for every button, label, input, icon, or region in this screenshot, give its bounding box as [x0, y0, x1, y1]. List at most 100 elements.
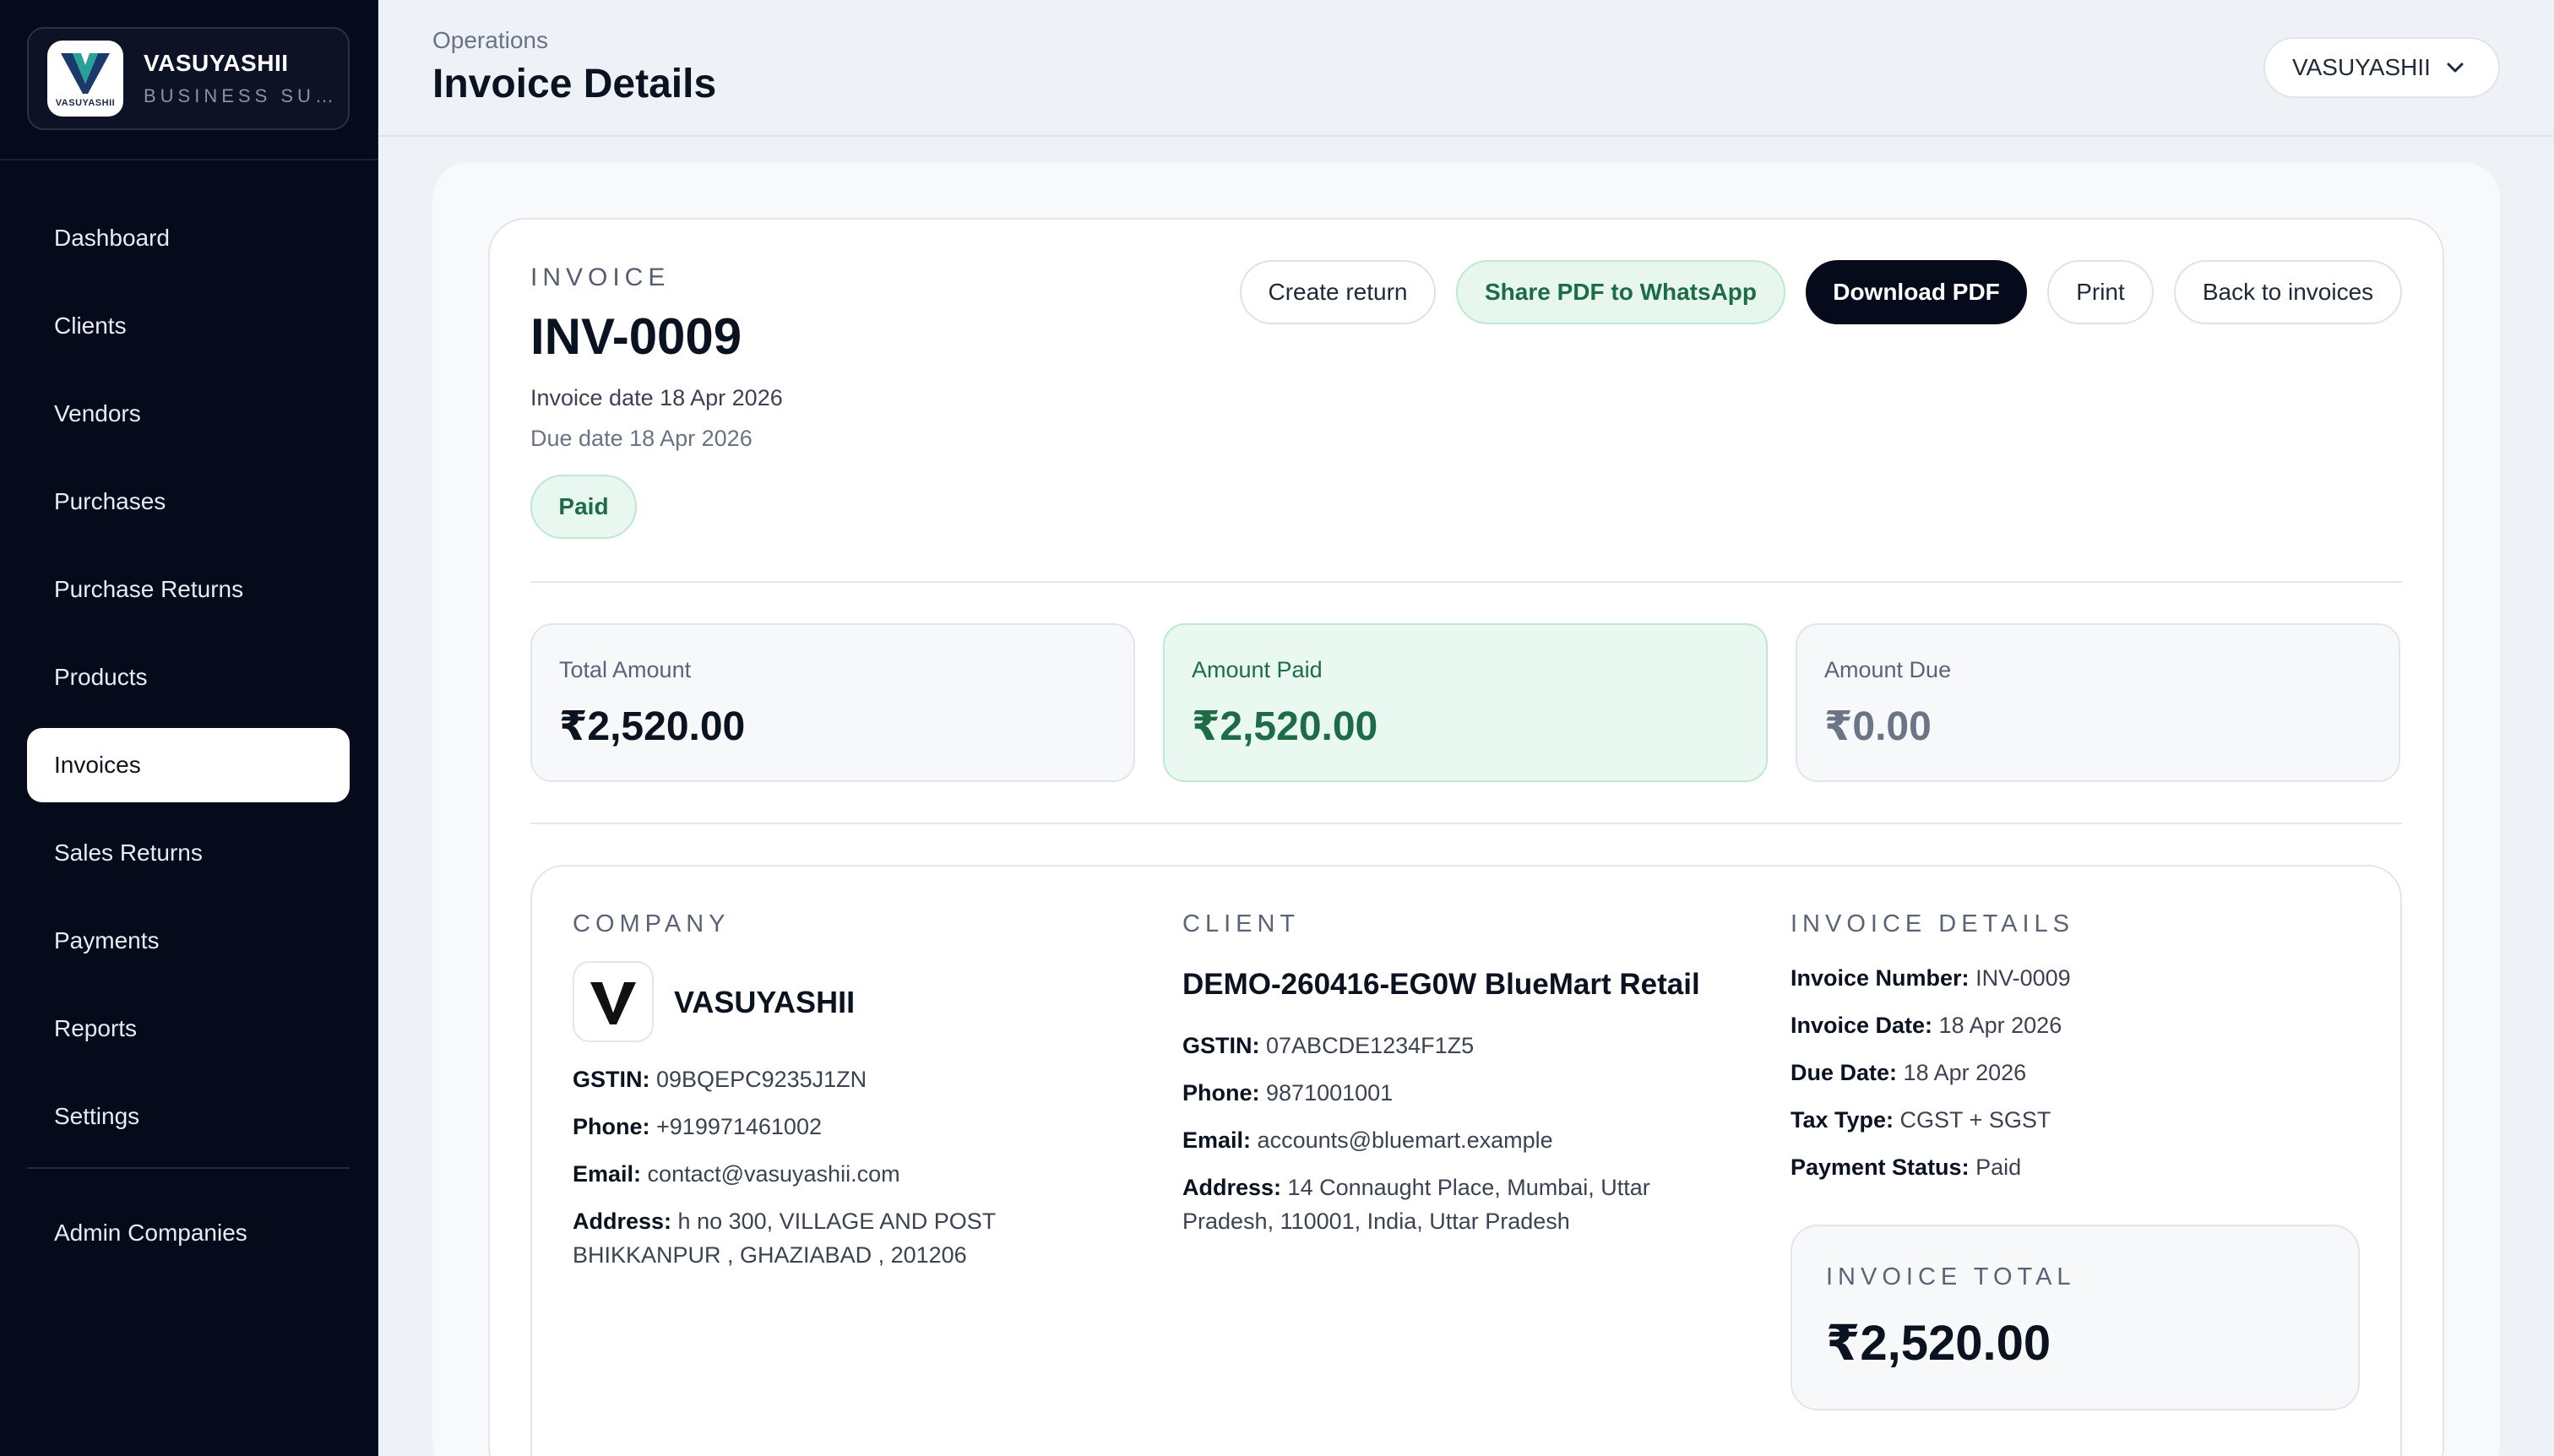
- v-logo-icon: [61, 52, 110, 94]
- chevron-down-icon: [2447, 62, 2464, 73]
- sidebar-item-clients[interactable]: Clients: [27, 289, 350, 363]
- company-section-title: COMPANY: [573, 910, 731, 937]
- field-label: Address:: [573, 1209, 672, 1234]
- stat-value: ₹2,520.00: [559, 704, 746, 749]
- client-email: Email: accounts@bluemart.example: [1182, 1123, 1553, 1157]
- top-bar: Operations Invoice Details VASUYASHII: [378, 0, 2554, 137]
- stat-label: Amount Paid: [1192, 657, 1323, 682]
- field-label: Phone:: [573, 1114, 650, 1139]
- field-value: +919971461002: [656, 1114, 822, 1139]
- brand-card[interactable]: VASUYASHII VASUYASHII BUSINESS SUITE: [27, 27, 350, 130]
- field-value: contact@vasuyashii.com: [647, 1161, 900, 1187]
- stat-amount-due: Amount Due ₹0.00: [1796, 623, 2400, 782]
- invoice-total-value: ₹2,520.00: [1826, 1316, 2051, 1371]
- v-logo-icon: [590, 981, 636, 1024]
- share-whatsapp-button[interactable]: Share PDF to WhatsApp: [1456, 260, 1785, 324]
- divider: [530, 823, 2402, 824]
- field-label: Email:: [573, 1161, 642, 1187]
- client-phone: Phone: 9871001001: [1182, 1076, 1393, 1110]
- client-name: DEMO-260416-EG0W BlueMart Retail: [1182, 968, 1700, 1001]
- field-value: CGST + SGST: [1899, 1107, 2051, 1133]
- field-value: BHIKKANPUR , GHAZIABAD , 201206: [573, 1242, 967, 1268]
- field-label: Due Date:: [1791, 1060, 1898, 1085]
- company-address: Address: h no 300, VILLAGE AND POST BHIK…: [573, 1204, 996, 1272]
- sidebar-nav: Dashboard Clients Vendors Purchases Purc…: [27, 201, 350, 1167]
- sidebar-item-purchases[interactable]: Purchases: [27, 465, 350, 539]
- field-value: 14 Connaught Place, Mumbai, Uttar: [1287, 1175, 1650, 1200]
- field-label: Invoice Number:: [1791, 965, 1970, 991]
- field-value: 09BQEPC9235J1ZN: [656, 1067, 867, 1092]
- print-button[interactable]: Print: [2047, 260, 2154, 324]
- company-phone: Phone: +919971461002: [573, 1110, 822, 1144]
- field-label: Address:: [1182, 1175, 1282, 1200]
- stat-amount-paid: Amount Paid ₹2,520.00: [1163, 623, 1768, 782]
- sidebar: VASUYASHII VASUYASHII BUSINESS SUITE Das…: [0, 0, 378, 1456]
- company-switcher[interactable]: VASUYASHII: [2263, 37, 2500, 98]
- sidebar-item-reports[interactable]: Reports: [27, 991, 350, 1066]
- stat-label: Total Amount: [559, 657, 692, 682]
- breadcrumb[interactable]: Operations: [432, 27, 548, 54]
- field-value: INV-0009: [1975, 965, 2071, 991]
- create-return-button[interactable]: Create return: [1240, 260, 1436, 324]
- sidebar-divider: [0, 159, 378, 160]
- field-value: 9871001001: [1266, 1080, 1394, 1106]
- divider: [530, 581, 2402, 583]
- invoice-total-box: INVOICE TOTAL ₹2,520.00: [1791, 1225, 2360, 1410]
- sidebar-separator: [27, 1167, 350, 1169]
- client-section-title: CLIENT: [1182, 910, 1301, 937]
- detail-invoice-number: Invoice Number: INV-0009: [1791, 961, 2071, 995]
- field-label: GSTIN:: [1182, 1033, 1260, 1058]
- client-address: Address: 14 Connaught Place, Mumbai, Utt…: [1182, 1171, 1650, 1238]
- field-label: Invoice Date:: [1791, 1013, 1933, 1038]
- sidebar-item-purchase-returns[interactable]: Purchase Returns: [27, 552, 350, 627]
- company-email: Email: contact@vasuyashii.com: [573, 1157, 900, 1191]
- page-title: Invoice Details: [432, 62, 717, 106]
- field-label: Payment Status:: [1791, 1154, 1970, 1180]
- invoice-details-section-title: INVOICE DETAILS: [1791, 910, 2075, 937]
- detail-invoice-date: Invoice Date: 18 Apr 2026: [1791, 1008, 2062, 1042]
- field-label: Phone:: [1182, 1080, 1260, 1106]
- field-value: 07ABCDE1234F1Z5: [1266, 1033, 1475, 1058]
- field-value: accounts@bluemart.example: [1257, 1127, 1553, 1153]
- sidebar-item-admin-companies[interactable]: Admin Companies: [27, 1196, 350, 1270]
- field-value: Pradesh, 110001, India, Uttar Pradesh: [1182, 1209, 1570, 1234]
- back-to-invoices-button[interactable]: Back to invoices: [2174, 260, 2402, 324]
- sidebar-item-products[interactable]: Products: [27, 640, 350, 714]
- invoice-total-label: INVOICE TOTAL: [1826, 1263, 2076, 1290]
- brand-subtitle: BUSINESS SUITE: [144, 85, 338, 106]
- company-logo: [573, 961, 654, 1042]
- field-label: Tax Type:: [1791, 1107, 1894, 1133]
- field-value: 18 Apr 2026: [1903, 1060, 2027, 1085]
- brand-logo-text: VASUYASHII: [55, 97, 116, 108]
- company-switcher-value: VASUYASHII: [2292, 54, 2431, 80]
- client-gstin: GSTIN: 07ABCDE1234F1Z5: [1182, 1029, 1474, 1062]
- field-value: h no 300, VILLAGE AND POST: [677, 1209, 997, 1234]
- sidebar-item-sales-returns[interactable]: Sales Returns: [27, 816, 350, 890]
- invoice-number: INV-0009: [530, 308, 742, 365]
- field-value: Paid: [1975, 1154, 2022, 1180]
- detail-due-date: Due Date: 18 Apr 2026: [1791, 1056, 2026, 1089]
- brand-logo: VASUYASHII: [47, 41, 123, 117]
- field-label: GSTIN:: [573, 1067, 650, 1092]
- sidebar-item-invoices[interactable]: Invoices: [27, 728, 350, 802]
- detail-payment-status: Payment Status: Paid: [1791, 1150, 2021, 1184]
- stat-value: ₹0.00: [1824, 704, 1932, 749]
- stat-label: Amount Due: [1824, 657, 1952, 682]
- brand-name: VASUYASHII: [144, 50, 289, 76]
- stat-total-amount: Total Amount ₹2,520.00: [530, 623, 1135, 782]
- detail-tax-type: Tax Type: CGST + SGST: [1791, 1103, 2051, 1137]
- field-value: 18 Apr 2026: [1938, 1013, 2062, 1038]
- status-badge: Paid: [530, 475, 637, 539]
- sidebar-item-dashboard[interactable]: Dashboard: [27, 201, 350, 275]
- company-name: VASUYASHII: [674, 985, 856, 1019]
- due-date: Due date 18 Apr 2026: [530, 426, 753, 451]
- sidebar-item-payments[interactable]: Payments: [27, 904, 350, 978]
- sidebar-item-vendors[interactable]: Vendors: [27, 377, 350, 451]
- sidebar-item-settings[interactable]: Settings: [27, 1079, 350, 1154]
- field-label: Email:: [1182, 1127, 1252, 1153]
- invoice-date: Invoice date 18 Apr 2026: [530, 385, 783, 410]
- download-pdf-button[interactable]: Download PDF: [1806, 260, 2027, 324]
- stat-value: ₹2,520.00: [1192, 704, 1378, 749]
- invoice-label: INVOICE: [530, 263, 671, 291]
- company-gstin: GSTIN: 09BQEPC9235J1ZN: [573, 1062, 867, 1096]
